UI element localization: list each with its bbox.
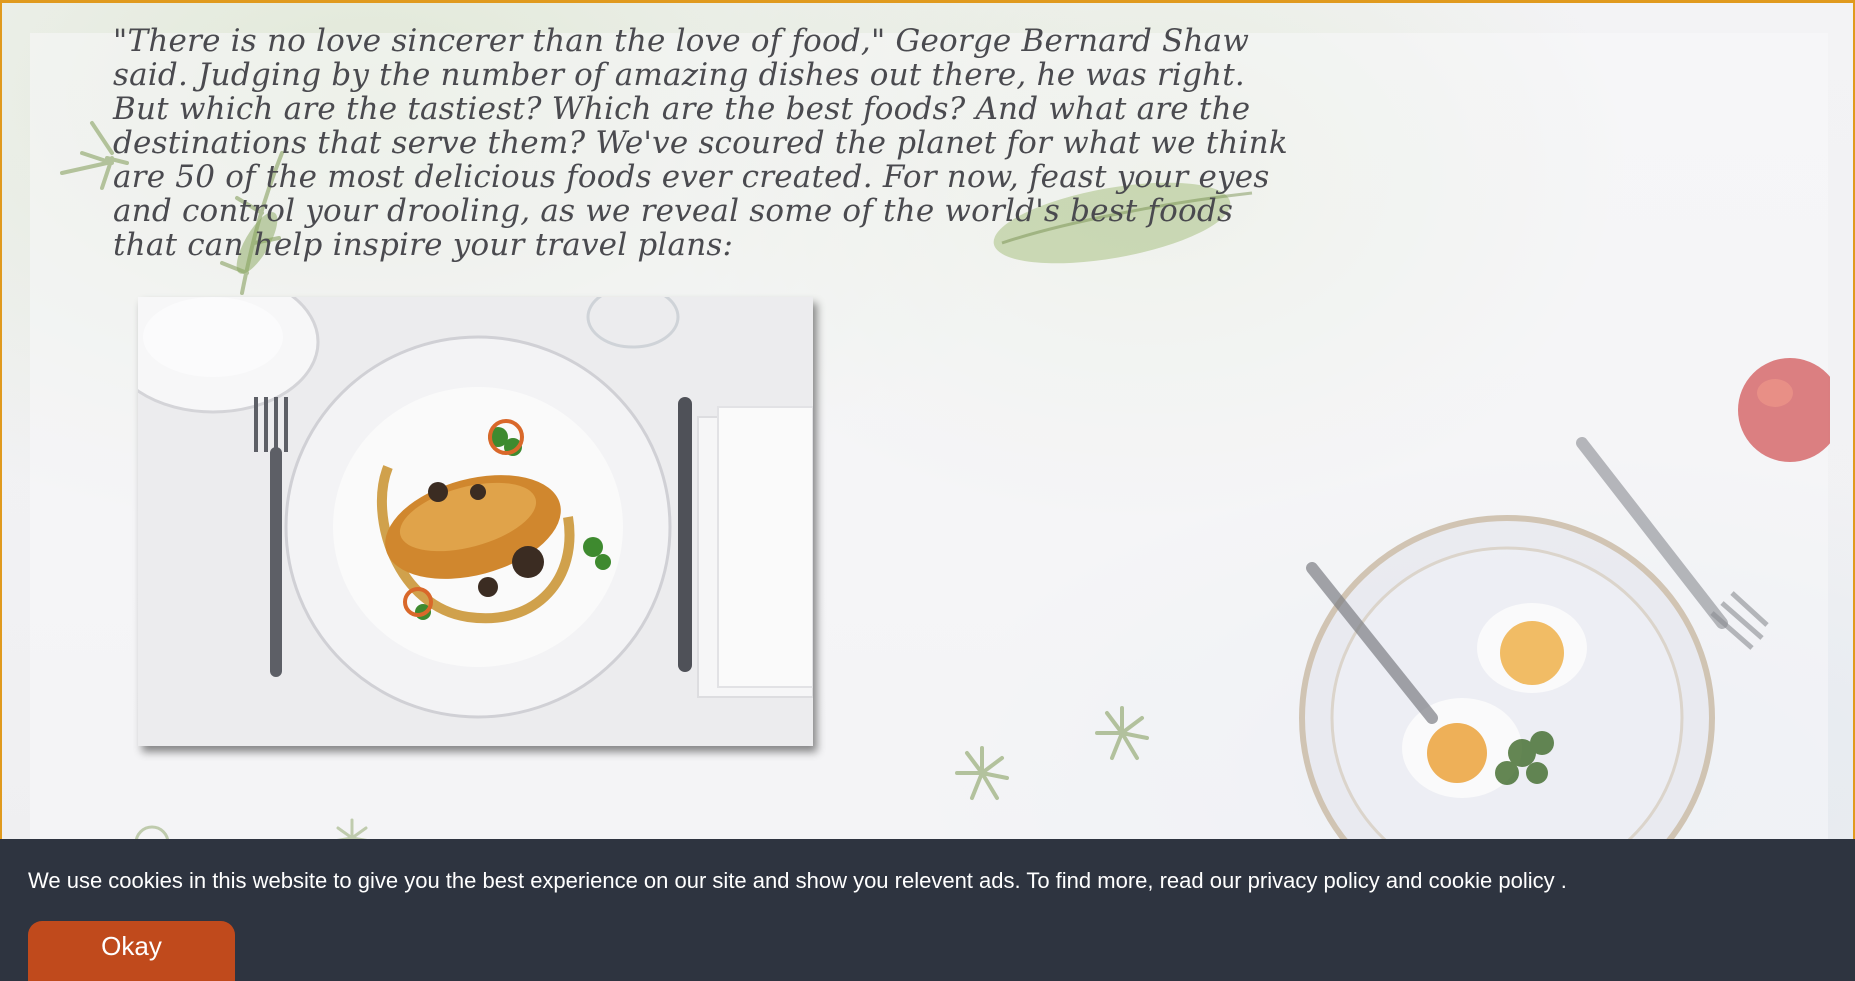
cookie-text-and: and (1379, 868, 1429, 893)
privacy-policy-link[interactable]: privacy policy (1248, 868, 1380, 893)
cookie-consent-banner (0, 839, 1855, 981)
apple-decoration (1738, 358, 1830, 462)
cookie-policy-link[interactable]: cookie policy (1429, 868, 1555, 893)
featured-dish-photo (138, 297, 813, 746)
cookie-text-intro: We use cookies in this website to give y… (28, 868, 1248, 893)
cookie-consent-text: We use cookies in this website to give y… (28, 868, 1567, 894)
flower-decoration-bottom (955, 706, 1149, 800)
plated-dish-image (138, 297, 813, 746)
cookie-text-end: . (1554, 868, 1567, 893)
okay-button[interactable]: Okay (28, 921, 235, 981)
article-intro-quote: "There is no love sincerer than the love… (113, 23, 1288, 263)
